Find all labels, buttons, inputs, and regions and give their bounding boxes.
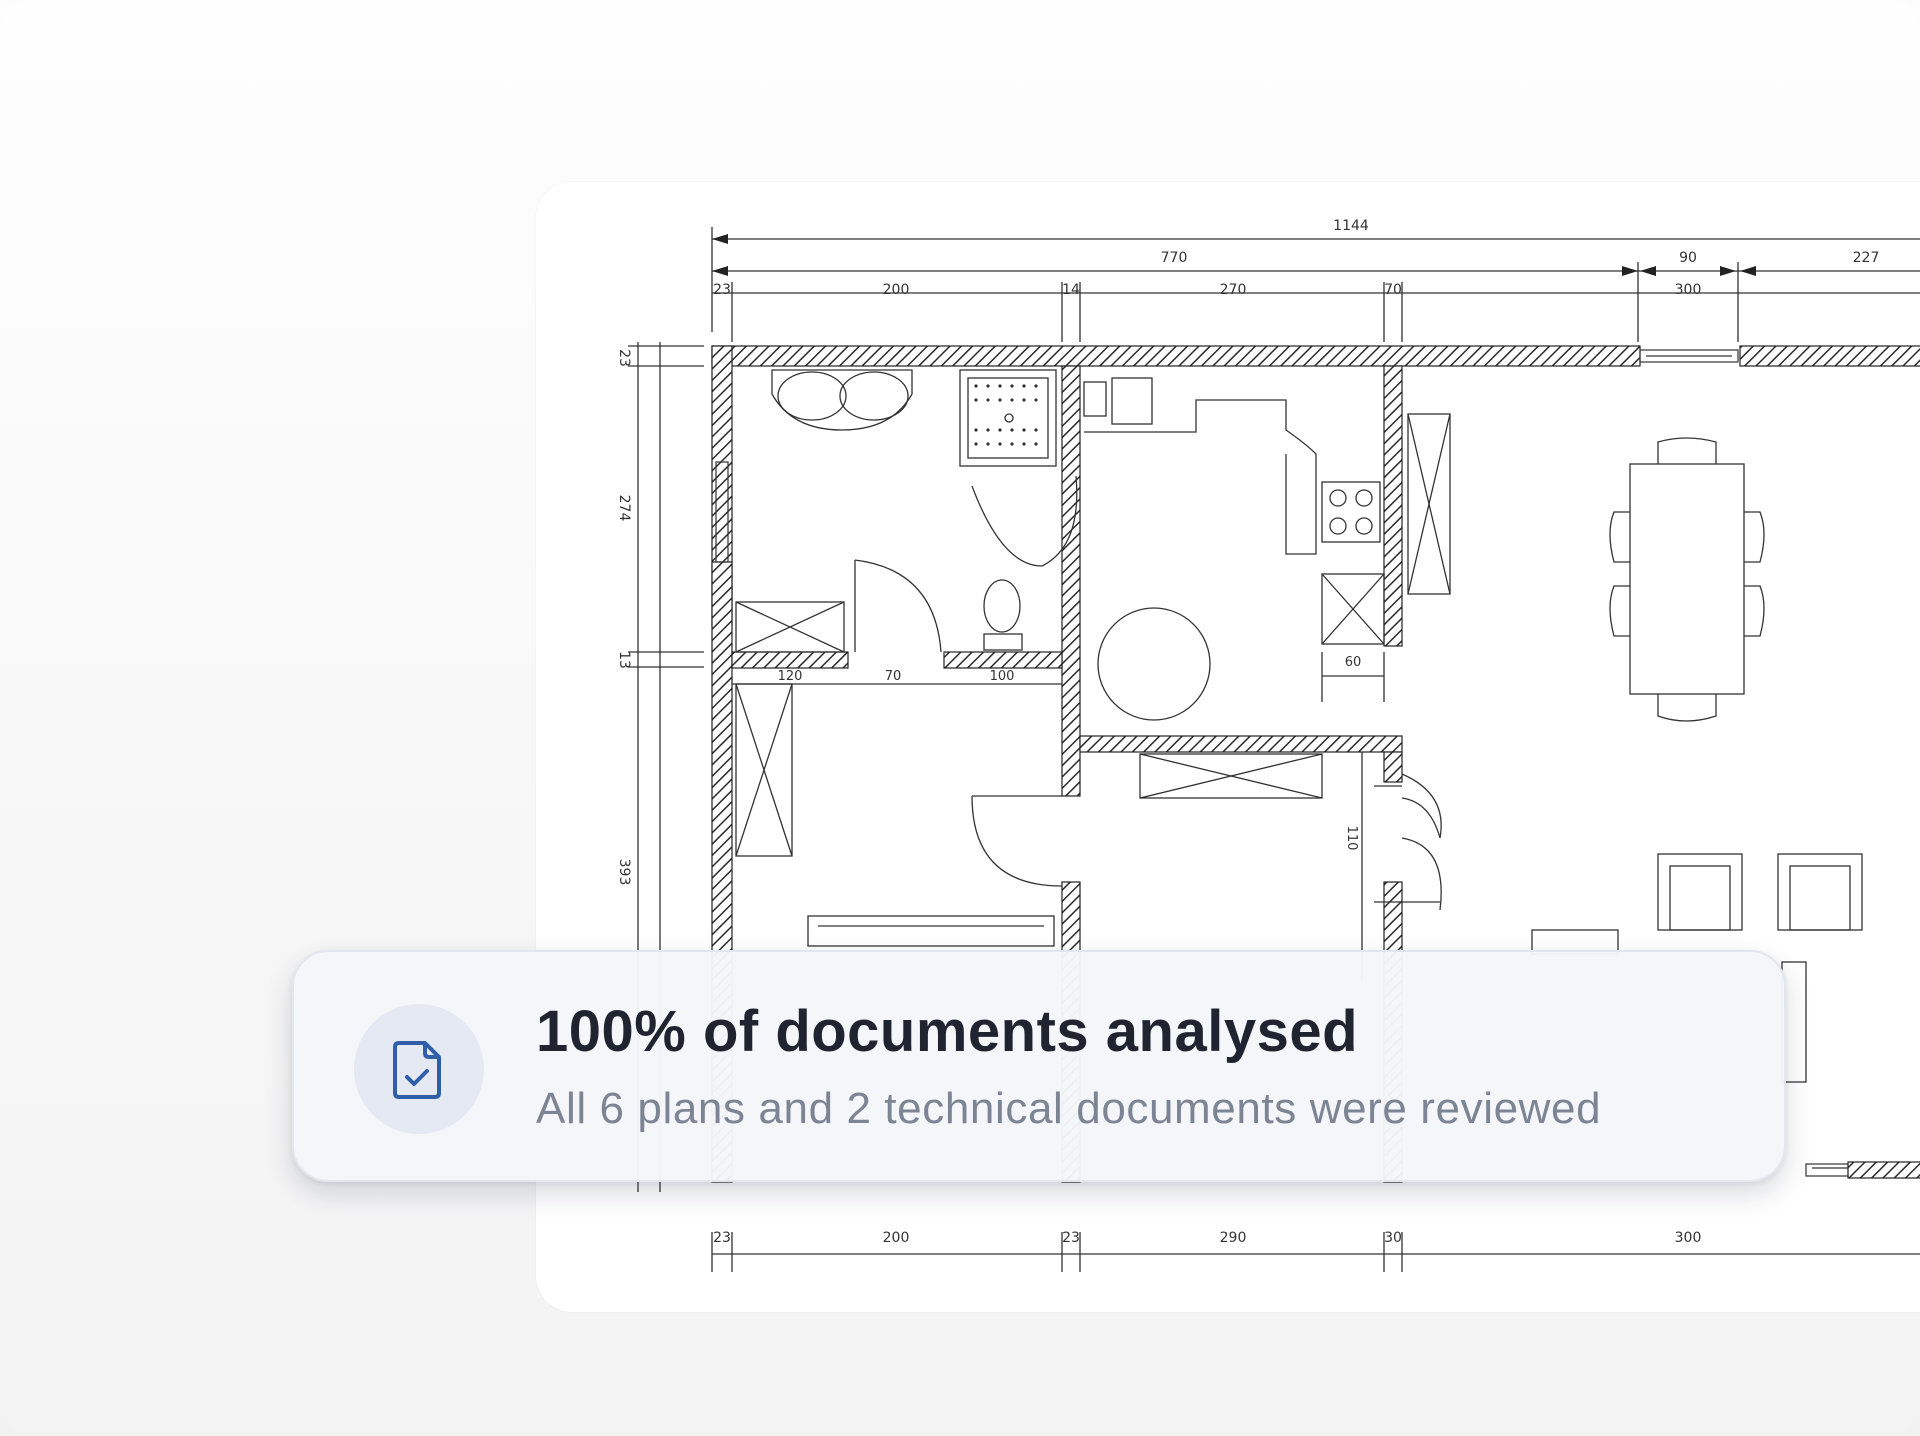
dim-seg-5: 70 (1384, 282, 1402, 298)
dim-v1: 23 (616, 349, 632, 367)
dim-bottom-3: 23 (1062, 1230, 1080, 1246)
dim-seg-4: 270 (1220, 282, 1247, 298)
dim-inner-4: 60 (1345, 655, 1362, 670)
dim-inner-2: 70 (885, 669, 902, 684)
dim-inner-1: 120 (778, 669, 803, 684)
notification-title: 100% of documents analysed (536, 999, 1359, 1064)
analysis-complete-notification: 100% of documents analysed All 6 plans a… (292, 950, 1786, 1182)
dim-bottom-1: 23 (713, 1230, 731, 1246)
dim-bottom-2: 200 (883, 1230, 910, 1246)
notification-subtitle: All 6 plans and 2 technical documents we… (536, 1084, 1602, 1133)
background-panel: 1144 770 90 227 23 200 14 270 70 300 23 … (0, 0, 1920, 1436)
dim-inner-3: 100 (990, 669, 1015, 684)
dim-v2: 274 (616, 495, 632, 522)
dim-bottom-5: 30 (1384, 1230, 1402, 1246)
dim-inner-5: 110 (1344, 826, 1359, 851)
document-check-icon (393, 1041, 441, 1099)
dim-seg-2: 200 (883, 282, 910, 298)
dim-seg-1: 23 (713, 282, 731, 298)
dim-seg-6: 300 (1675, 282, 1702, 298)
dim-v4: 393 (616, 859, 632, 886)
dim-span-b: 90 (1679, 250, 1697, 266)
dim-span-a: 770 (1161, 250, 1188, 266)
dim-v3: 13 (616, 651, 632, 669)
dim-seg-3: 14 (1062, 282, 1080, 298)
dim-overall: 1144 (1333, 218, 1369, 234)
dim-span-c: 227 (1853, 250, 1880, 266)
dim-bottom-4: 290 (1220, 1230, 1247, 1246)
notification-icon-badge (354, 1004, 484, 1134)
dim-bottom-6: 300 (1675, 1230, 1702, 1246)
